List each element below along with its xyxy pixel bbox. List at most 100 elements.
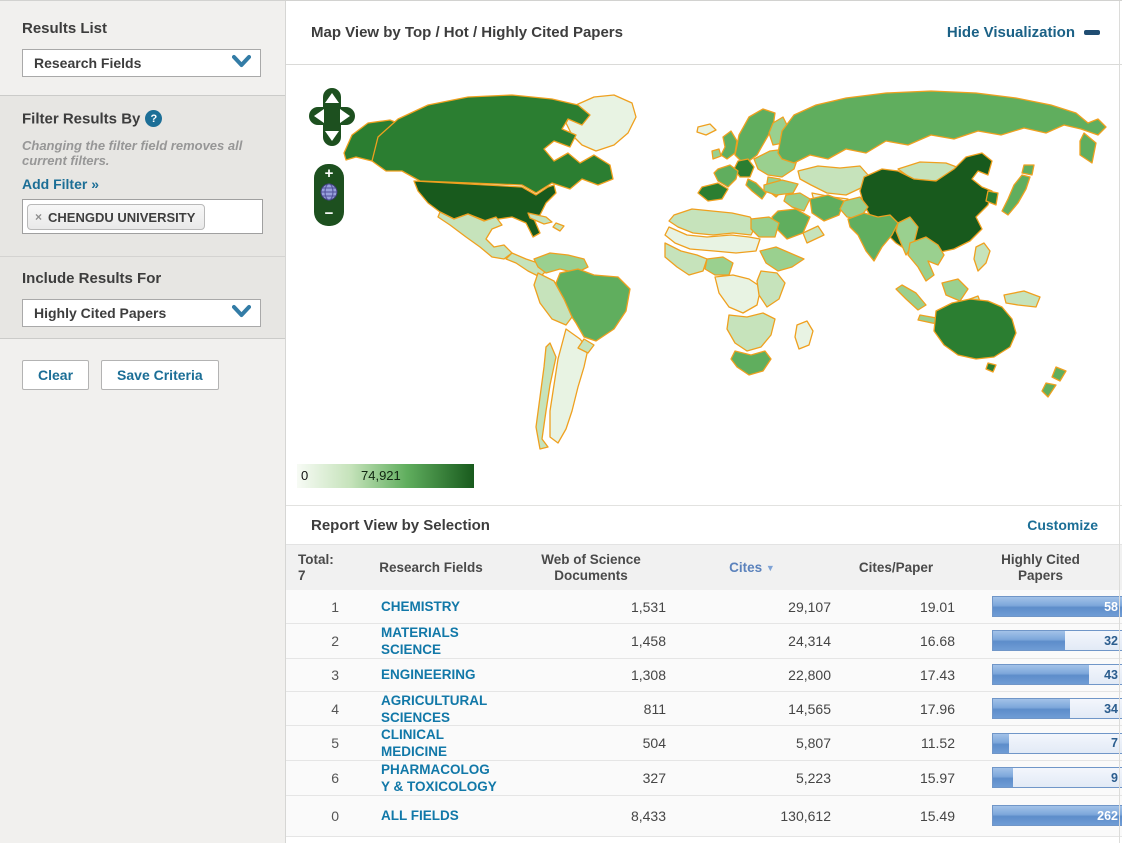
highly-cited-bar: 34 [992,698,1122,719]
research-field-link[interactable]: ENGINEERING [381,667,476,682]
highly-cited-bar-fill [993,665,1089,684]
research-field-link[interactable]: AGRICULTURAL SCIENCES [381,693,487,725]
table-header-row: Total: 7 Research Fields Web of Science … [286,544,1122,590]
country-canada[interactable] [372,95,613,193]
include-results-dropdown[interactable]: Highly Cited Papers [22,299,261,327]
country-iran[interactable] [810,195,844,221]
country-new-zealand-south[interactable] [1042,383,1056,397]
region-yemen-oman[interactable] [803,226,824,243]
header-highly-cited[interactable]: Highly Cited Papers [959,552,1122,584]
map-zoom-control[interactable]: + − [314,164,344,226]
country-south-africa[interactable] [731,351,771,375]
row-cites-per-paper: 17.96 [833,701,959,717]
save-criteria-button[interactable]: Save Criteria [101,360,219,390]
highly-cited-bar: 58 [992,596,1122,617]
header-research-fields[interactable]: Research Fields [351,560,511,576]
row-cites-per-paper: 15.49 [833,808,959,824]
report-panel-header: Report View by Selection Customize [286,506,1122,544]
region-borneo[interactable] [942,279,968,301]
esi-page: Results List Research Fields Filter Resu… [0,0,1122,843]
research-field-link[interactable]: MATERIALS SCIENCE [381,625,459,657]
country-india[interactable] [848,213,898,261]
region-horn-of-africa[interactable] [760,247,804,271]
country-philippines[interactable] [974,243,990,271]
row-cites-per-paper: 15.97 [833,770,959,786]
region-north-africa[interactable] [669,209,756,235]
research-field-link[interactable]: ALL FIELDS [381,808,459,823]
table-row: 2 MATERIALS SCIENCE 1,458 24,314 16.68 3… [286,623,1122,658]
filter-note: Changing the filter field removes all cu… [22,138,263,169]
zoom-in-icon[interactable]: + [325,169,334,179]
country-japan-hokkaido[interactable] [1022,165,1034,175]
region-caribbean[interactable] [553,223,564,231]
customize-link[interactable]: Customize [1027,517,1098,533]
header-cites-per-paper[interactable]: Cites/Paper [833,560,959,576]
region-southern-africa[interactable] [727,313,775,351]
sort-descending-icon: ▼ [766,563,775,573]
highly-cited-bar: 262 [992,805,1122,826]
country-new-zealand[interactable] [1052,367,1066,381]
map-title: Map View by Top / Hot / Highly Cited Pap… [311,24,623,41]
legend-max: 74,921 [361,468,401,483]
highly-cited-bar-fill [993,631,1065,650]
header-cites[interactable]: Cites ▼ [671,560,833,576]
row-rank: 0 [286,808,351,824]
research-field-link[interactable]: CHEMISTRY [381,599,460,614]
highly-cited-value: 7 [1111,736,1118,750]
row-documents: 504 [511,735,671,751]
map-legend: 0 74,921 [297,464,474,488]
row-documents: 1,458 [511,633,671,649]
hide-visualization-link[interactable]: Hide Visualization [947,24,1100,41]
header-wos-documents[interactable]: Web of Science Documents [511,552,671,584]
research-field-link[interactable]: CLINICAL MEDICINE [381,727,447,759]
results-list-dropdown[interactable]: Research Fields [22,49,261,77]
filter-chip[interactable]: × CHENGDU UNIVERSITY [27,204,205,230]
country-ireland[interactable] [712,149,721,159]
map-pan-control[interactable] [309,86,355,155]
table-row: 4 AGRICULTURAL SCIENCES 811 14,565 17.96… [286,691,1122,726]
country-egypt[interactable] [751,217,779,237]
country-japan[interactable] [1002,175,1030,215]
legend-min: 0 [301,468,308,483]
row-cites: 22,800 [671,667,833,683]
help-icon[interactable]: ? [145,110,162,127]
highly-cited-value: 32 [1104,634,1118,648]
country-italy[interactable] [746,179,766,199]
country-russia[interactable] [778,91,1106,163]
region-russia-far-east[interactable] [1080,133,1096,163]
region-new-guinea[interactable] [1004,291,1040,307]
region-sumatra[interactable] [896,285,926,310]
country-kazakhstan[interactable] [798,166,868,195]
country-nigeria[interactable] [705,257,733,275]
remove-filter-icon[interactable]: × [35,210,42,224]
table-body: 1 CHEMISTRY 1,531 29,107 19.01 58 2 MATE… [286,590,1122,837]
row-cites: 29,107 [671,599,833,615]
region-iberia[interactable] [698,183,728,201]
row-documents: 1,308 [511,667,671,683]
clear-button[interactable]: Clear [22,360,89,390]
zoom-out-icon[interactable]: − [325,209,334,219]
choropleth-map [286,65,1122,463]
country-australia[interactable] [934,299,1016,359]
row-cites-per-paper: 16.68 [833,633,959,649]
region-tasmania[interactable] [986,363,996,372]
region-east-africa[interactable] [757,271,785,307]
country-madagascar[interactable] [795,321,813,349]
globe-icon[interactable] [320,183,338,206]
highly-cited-value: 34 [1104,702,1118,716]
country-iceland[interactable] [697,124,716,135]
research-field-link[interactable]: PHARMACOLOG Y & TOXICOLOGY [381,762,497,794]
highly-cited-value: 58 [1104,600,1118,614]
region-central-africa[interactable] [715,275,761,313]
region-levant-iraq[interactable] [784,193,810,211]
row-cites: 24,314 [671,633,833,649]
row-cites: 5,807 [671,735,833,751]
filter-heading: Filter Results By? [22,110,263,128]
world-map: + − 0 74,921 [286,65,1122,506]
filter-section: Filter Results By? Changing the filter f… [0,96,285,257]
add-filter-link[interactable]: Add Filter » [22,176,99,192]
include-results-heading: Include Results For [22,270,263,287]
row-cites-per-paper: 19.01 [833,599,959,615]
map-panel-header: Map View by Top / Hot / Highly Cited Pap… [286,1,1122,65]
minus-icon [1084,30,1100,35]
